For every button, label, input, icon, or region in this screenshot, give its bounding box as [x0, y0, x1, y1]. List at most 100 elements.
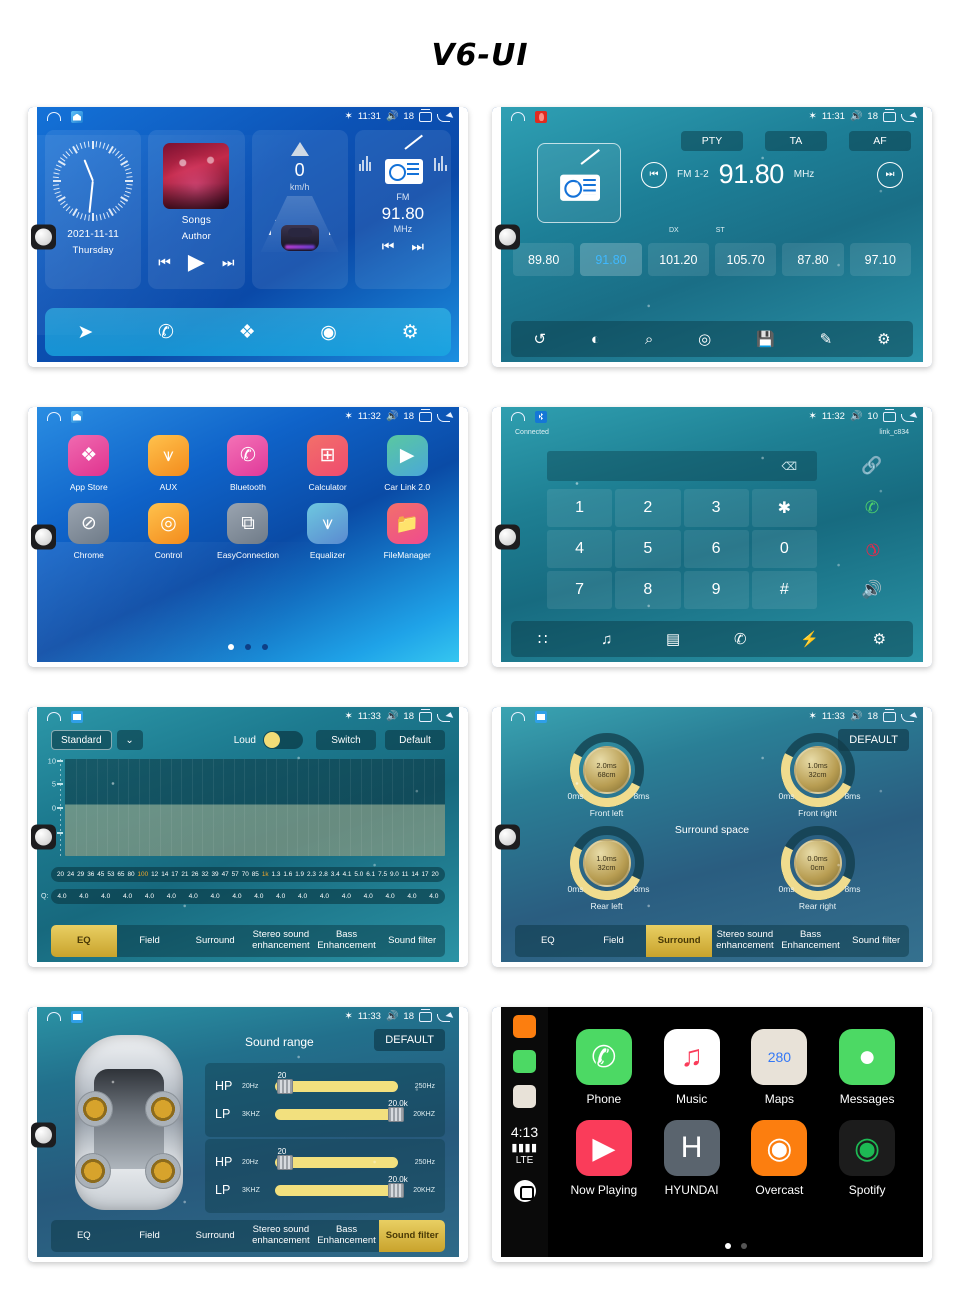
q-value[interactable]: 4.0 [232, 893, 241, 900]
bluetooth-app-icon[interactable] [535, 410, 547, 423]
physical-knob[interactable] [495, 524, 520, 550]
default-button[interactable]: DEFAULT [374, 1029, 445, 1051]
aux-icon[interactable]: ⩛ [147, 435, 189, 476]
frequency-band[interactable]: 21 [181, 871, 188, 878]
frequency-band[interactable]: 29 [77, 871, 84, 878]
filter-slider[interactable]: 20 [275, 1147, 398, 1170]
dial-key[interactable]: 5 [615, 530, 681, 568]
page-dot[interactable] [245, 644, 251, 650]
q-value[interactable]: 4.0 [429, 893, 438, 900]
radio-widget[interactable]: FM 91.80 MHz ⏮ ⏭ [354, 130, 451, 289]
home-outline-icon[interactable] [47, 1012, 61, 1021]
carplay-app-cell[interactable]: ♫ Music [648, 1029, 736, 1106]
q-value[interactable]: 4.0 [276, 893, 285, 900]
filter-row-hp[interactable]: HP 20Hz 20 250Hz [215, 1147, 435, 1176]
maps-rail-icon[interactable] [513, 1085, 536, 1108]
music-icon[interactable]: ♫ [663, 1029, 720, 1085]
page-dot[interactable] [262, 644, 268, 650]
knob-rear-left[interactable]: 1.0ms 32cm 0ms 8ms Rear left [501, 816, 712, 911]
frequency-band[interactable]: 47 [222, 871, 229, 878]
carplay-app-cell[interactable]: ▶ Now Playing [560, 1120, 648, 1197]
page-dot[interactable] [228, 644, 234, 650]
chrome-icon[interactable]: ⊘ [68, 503, 110, 544]
af-button[interactable]: AF [849, 131, 911, 151]
panel-radio[interactable]: ✶ 11:31 🔊 18 PTY TA AF ⏮ FM 1-2 91.80 MH… [492, 107, 932, 367]
panel-home-screen[interactable]: ✶ 11:31 🔊 18 2021-11-11 Thursday Songs A… [28, 107, 468, 367]
back-icon[interactable] [901, 712, 915, 722]
ta-button[interactable]: TA [765, 131, 827, 151]
carplay-home-icon[interactable] [513, 1180, 536, 1202]
contacts-icon[interactable]: ▤ [666, 630, 680, 648]
dialpad-icon[interactable]: ∷ [538, 630, 548, 648]
phone-icon[interactable]: ✆ [158, 321, 174, 344]
q-value[interactable]: 4.0 [298, 893, 307, 900]
recent-apps-icon[interactable] [419, 409, 432, 422]
filter-row-hp[interactable]: HP 20Hz 20 250Hz [215, 1071, 435, 1100]
preset-button[interactable]: 97.10 [849, 243, 911, 276]
default-button[interactable]: Default [385, 730, 445, 750]
slider-thumb[interactable] [388, 1182, 405, 1198]
q-value[interactable]: 4.0 [385, 893, 394, 900]
dial-input[interactable]: ⌫ [547, 451, 817, 481]
band-switch-icon[interactable]: ↺ [533, 330, 546, 348]
frequency-band[interactable]: 1.6 [283, 871, 292, 878]
physical-knob[interactable] [31, 224, 56, 250]
back-icon[interactable] [901, 112, 915, 122]
recent-apps-icon[interactable] [883, 109, 896, 122]
q-value[interactable]: 4.0 [79, 893, 88, 900]
speed-widget[interactable]: 0 km/h [251, 130, 348, 289]
tab-eq[interactable]: EQ [51, 925, 117, 957]
settings-icon[interactable]: ⚙ [877, 330, 890, 348]
tab-bass-enhancement[interactable]: Bass Enhancement [314, 1220, 380, 1252]
knob-rear-right[interactable]: 0.0ms 0cm 0ms 8ms Rear right [712, 816, 923, 911]
tab-eq[interactable]: EQ [515, 925, 581, 957]
equalizer-app-icon[interactable] [71, 710, 83, 723]
frequency-band[interactable]: 6.1 [366, 871, 375, 878]
preset-button[interactable]: 89.80 [513, 243, 575, 276]
preset-button[interactable]: 101.20 [647, 243, 709, 276]
frequency-band[interactable]: 80 [127, 871, 134, 878]
settings-icon[interactable]: ⚙ [402, 321, 419, 344]
tab-stereo-sound-enhancement[interactable]: Stereo sound enhancement [712, 925, 778, 957]
knob-front-right[interactable]: 1.0ms 32cm 0ms 8ms Front right [712, 723, 923, 818]
tab-surround[interactable]: Surround [646, 925, 713, 957]
frequency-band[interactable]: 11 [402, 871, 409, 878]
easyconnection-icon[interactable]: ⧉ [227, 503, 269, 544]
now-playing-icon[interactable]: ▶ [575, 1120, 632, 1176]
navigation-icon[interactable]: ➤ [77, 321, 93, 344]
slider-thumb[interactable] [388, 1106, 405, 1122]
app-cell[interactable]: ▶ Car Link 2.0 [367, 435, 447, 492]
dial-key[interactable]: 1 [547, 489, 613, 527]
save-icon[interactable]: 💾 [756, 330, 775, 348]
pty-button[interactable]: PTY [681, 131, 743, 151]
tab-stereo-sound-enhancement[interactable]: Stereo sound enhancement [248, 925, 314, 957]
frequency-band[interactable]: 24 [67, 871, 74, 878]
app-cell[interactable]: ⩛ Equalizer [288, 503, 368, 560]
frequency-band[interactable]: 36 [87, 871, 94, 878]
clock-widget[interactable]: 2021-11-11 Thursday [45, 130, 142, 289]
recent-apps-icon[interactable] [419, 109, 432, 122]
frequency-band[interactable]: 20 [432, 871, 439, 878]
slider-thumb[interactable] [277, 1078, 294, 1094]
hyundai-icon[interactable]: H [663, 1120, 720, 1176]
frequency-band[interactable]: 4.1 [343, 871, 352, 878]
frequency-band[interactable]: 32 [201, 871, 208, 878]
backspace-icon[interactable]: ⌫ [781, 460, 797, 473]
settings-icon[interactable]: ⚙ [873, 630, 886, 648]
spotify-icon[interactable]: ◉ [839, 1120, 896, 1176]
physical-knob[interactable] [495, 824, 520, 850]
carplay-app-cell[interactable]: H HYUNDAI [648, 1120, 736, 1197]
appstore-icon[interactable]: ❖ [68, 435, 110, 476]
frequency-band[interactable]: 26 [191, 871, 198, 878]
frequency-band[interactable]: 53 [107, 871, 114, 878]
carplay-app-cell[interactable]: ✆ Phone [560, 1029, 648, 1106]
filter-row-lp[interactable]: LP 3KHZ 20.0k 20KHZ [215, 1099, 435, 1128]
q-value[interactable]: 4.0 [210, 893, 219, 900]
dial-key[interactable]: 7 [547, 571, 613, 609]
q-value[interactable]: 4.0 [57, 893, 66, 900]
loc-dx-icon[interactable]: ◐ [591, 331, 600, 348]
preset-select[interactable]: Standard [51, 730, 112, 750]
slider-thumb[interactable] [277, 1154, 294, 1170]
maps-icon[interactable]: 280 [751, 1029, 808, 1085]
radio-next-icon[interactable]: ⏭ [411, 239, 424, 253]
